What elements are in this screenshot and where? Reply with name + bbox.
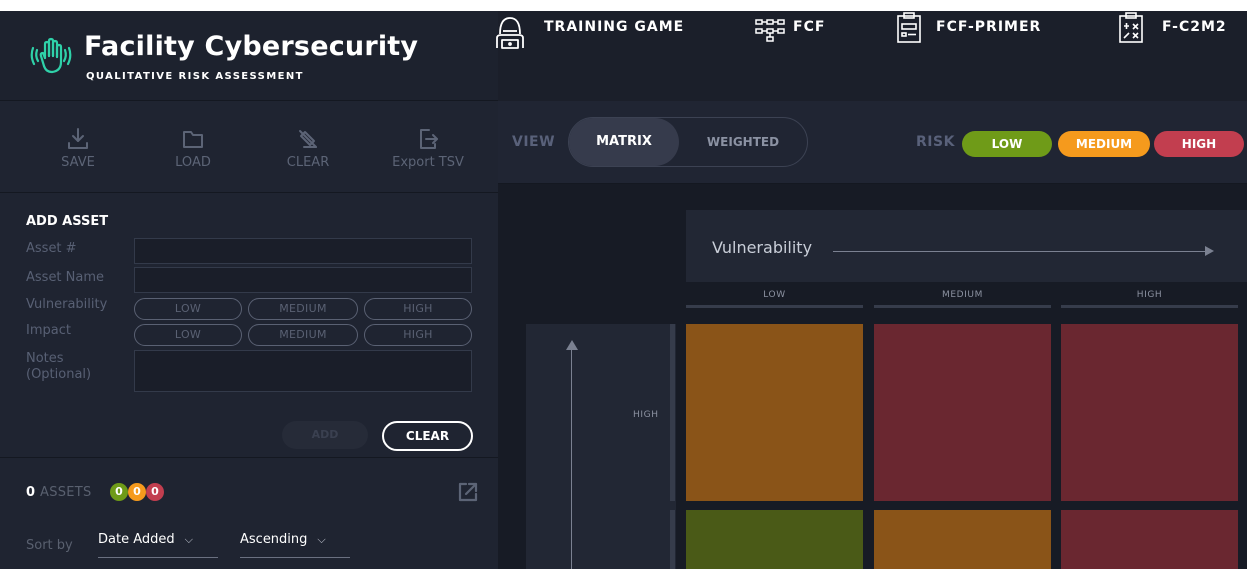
row-high-label: HIGH (633, 410, 659, 420)
risk-label: RISK (916, 134, 955, 150)
nav-training-game-label: TRAINING GAME (544, 19, 685, 35)
column-high-label: HIGH (1136, 290, 1163, 300)
add-asset-title: ADD ASSET (26, 214, 109, 229)
asset-number-input[interactable] (134, 238, 472, 264)
matrix-cell-high-medium[interactable] (1061, 510, 1238, 569)
export-tsv-label: Export TSV (392, 155, 464, 170)
view-matrix-option[interactable]: MATRIX (569, 118, 679, 166)
load-label: LOAD (175, 155, 211, 170)
vulnerability-axis-line (833, 251, 1211, 252)
matrix-cell-high-high[interactable] (1061, 324, 1238, 501)
export-tsv-button[interactable]: Export TSV (383, 127, 473, 170)
risk-high-badge: HIGH (1154, 131, 1244, 157)
impact-medium-option[interactable]: MEDIUM (248, 324, 358, 346)
view-label: VIEW (512, 134, 556, 150)
sort-field-select[interactable]: Date Added ⌵ (98, 532, 218, 558)
matrix-cell-low-medium[interactable] (686, 510, 863, 569)
nav-fcf-label: FCF (793, 19, 826, 35)
app-subtitle: QUALITATIVE RISK ASSESSMENT (86, 71, 304, 82)
assets-label: ASSETS (40, 485, 92, 500)
save-button[interactable]: SAVE (33, 127, 123, 170)
clear-all-button[interactable]: CLEAR (263, 127, 353, 170)
clear-all-label: CLEAR (286, 155, 330, 170)
asset-count: 0 (26, 485, 36, 500)
right-frame (1247, 0, 1253, 573)
hacker-icon (496, 17, 524, 49)
load-button[interactable]: LOAD (148, 127, 238, 170)
document-icon (897, 12, 921, 43)
top-navigation: TRAINING GAME FCF FCF-PRIMER F-C2M2 (496, 11, 1247, 101)
nav-training-game[interactable]: TRAINING GAME (496, 14, 713, 54)
risk-low-badge: LOW (962, 131, 1052, 157)
risk-matrix: Vulnerability LOW MEDIUM HIGH HIGH (498, 184, 1247, 569)
high-count-badge: 0 (146, 483, 164, 501)
toolbar: SAVE LOAD CLEAR Export TSV (0, 101, 498, 193)
notes-input[interactable] (134, 350, 472, 392)
risk-medium-badge: MEDIUM (1058, 131, 1150, 157)
row-medium-bar (670, 510, 675, 569)
assets-summary: 0 ASSETS 0 0 0 Sort by Date Added ⌵ Ascen… (0, 457, 498, 569)
download-icon (68, 128, 88, 149)
view-bar: VIEW MATRIX WEIGHTED RISK LOW MEDIUM HIG… (498, 101, 1247, 184)
brand-header[interactable]: Facility Cybersecurity QUALITATIVE RISK … (0, 11, 498, 101)
vulnerability-low-option[interactable]: LOW (134, 298, 242, 320)
asset-name-label: Asset Name (26, 270, 105, 285)
column-high-bar (1061, 305, 1238, 308)
column-medium-label: MEDIUM (942, 290, 983, 300)
chevron-down-icon: ⌵ (317, 533, 326, 546)
notes-label: Notes (Optional) (26, 351, 92, 382)
vulnerability-medium-option[interactable]: MEDIUM (248, 298, 358, 320)
app-title: Facility Cybersecurity (84, 31, 419, 62)
eraser-icon (299, 130, 317, 148)
sort-field-value: Date Added (98, 532, 175, 547)
row-high-bar (670, 324, 675, 501)
nav-fcf[interactable]: FCF (755, 14, 845, 54)
nav-f-c2m2-label: F-C2M2 (1162, 19, 1227, 35)
arrow-right-icon (1205, 246, 1214, 256)
column-low-label: LOW (763, 290, 786, 300)
matrix-cell-medium-medium[interactable] (874, 510, 1051, 569)
vulnerability-axis-title: Vulnerability (712, 238, 813, 257)
view-weighted-option[interactable]: WEIGHTED (679, 118, 807, 166)
sort-order-value: Ascending (240, 532, 308, 547)
matrix-cell-low-high[interactable] (686, 324, 863, 501)
add-button[interactable]: ADD (282, 421, 368, 449)
impact-high-option[interactable]: HIGH (364, 324, 472, 346)
arrow-up-icon (566, 340, 578, 350)
sort-order-select[interactable]: Ascending ⌵ (240, 532, 350, 558)
impact-axis-panel (526, 324, 676, 569)
vulnerability-axis-header: Vulnerability (686, 210, 1247, 282)
bottom-frame (0, 569, 1253, 573)
column-low-bar (686, 305, 863, 308)
chevron-down-icon: ⌵ (184, 533, 193, 546)
folder-icon (183, 131, 203, 148)
top-frame (0, 0, 1253, 11)
impact-label: Impact (26, 323, 71, 338)
matrix-cell-medium-high[interactable] (874, 324, 1051, 501)
sidebar: Facility Cybersecurity QUALITATIVE RISK … (0, 11, 498, 569)
save-label: SAVE (61, 155, 95, 170)
nav-fcf-primer-label: FCF-PRIMER (936, 19, 1042, 35)
asset-name-input[interactable] (134, 267, 472, 293)
sort-by-label: Sort by (26, 538, 73, 553)
vulnerability-high-option[interactable]: HIGH (364, 298, 472, 320)
vulnerability-label: Vulnerability (26, 297, 108, 312)
network-icon (755, 19, 785, 42)
impact-axis-line (571, 346, 572, 569)
view-toggle[interactable]: MATRIX WEIGHTED (568, 117, 808, 167)
impact-low-option[interactable]: LOW (134, 324, 242, 346)
clipboard-icon (1119, 12, 1143, 43)
add-asset-form: ADD ASSET Asset # Asset Name Vulnerabili… (0, 194, 498, 457)
medium-count-badge: 0 (128, 483, 146, 501)
column-medium-bar (874, 305, 1051, 308)
open-external-icon[interactable] (456, 480, 480, 504)
asset-number-label: Asset # (26, 241, 77, 256)
low-count-badge: 0 (110, 483, 128, 501)
clear-form-button[interactable]: CLEAR (382, 421, 473, 451)
export-icon (420, 129, 438, 149)
nav-f-c2m2[interactable]: F-C2M2 (1118, 12, 1238, 54)
hand-icon (30, 37, 72, 74)
nav-fcf-primer[interactable]: FCF-PRIMER (896, 12, 1066, 54)
